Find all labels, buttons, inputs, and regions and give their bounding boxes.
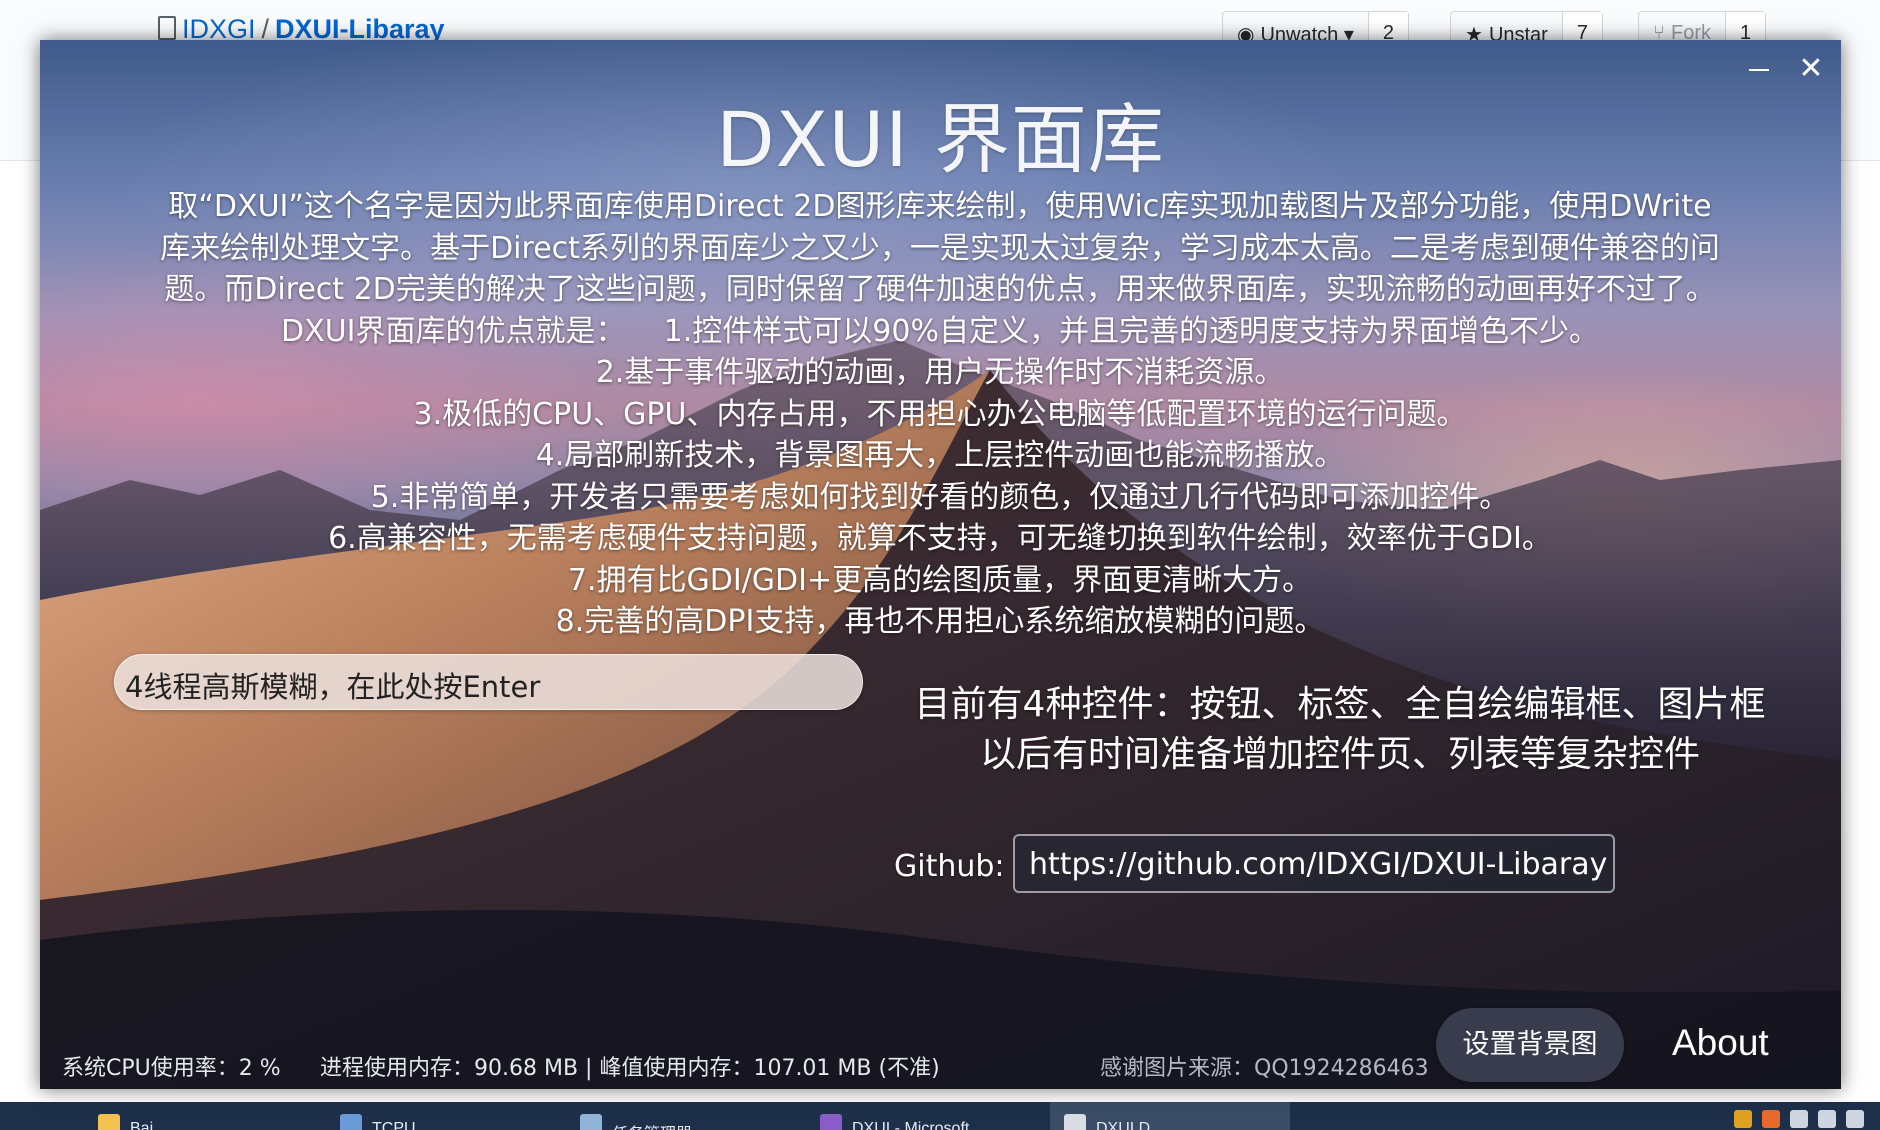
description-line: DXUI界面库的优点就是： 1.控件样式可以90%自定义，并且完善的透明度支持为… — [281, 313, 1599, 349]
controls-info-line: 目前有4种控件：按钮、标签、全自绘编辑框、图片框 — [914, 684, 1766, 725]
app-title: DXUI 界面库 — [716, 95, 1165, 184]
gaussian-blur-input[interactable]: 4线程高斯模糊，在此处按Enter — [114, 654, 863, 710]
dxui-demo-window: ✕ DXUI 界面库 取“DXUI”这个名字是因为此界面库使用Direct 2D… — [40, 40, 1841, 1089]
controls-info: 目前有4种控件：按钮、标签、全自绘编辑框、图片框 以后有时间准备增加控件页、列表… — [870, 680, 1810, 780]
app-window-icon — [340, 1114, 362, 1130]
system-tray — [1734, 1102, 1880, 1130]
memory-usage-status: 进程使用内存：90.68 MB | 峰值使用内存：107.01 MB (不准) — [320, 1056, 940, 1081]
controls-info-line: 以后有时间准备增加控件页、列表等复杂控件 — [979, 734, 1700, 775]
taskbar-item-visual-studio[interactable]: DXUI - Microsoft... — [820, 1102, 1040, 1130]
description-line: 题。而Direct 2D完美的解决了这些问题，同时保留了硬件加速的优点，用来做界… — [164, 272, 1716, 307]
taskbar-item-explorer[interactable]: Bai... — [98, 1102, 318, 1130]
library-description: 取“DXUI”这个名字是因为此界面库使用Direct 2D图形库来绘制，使用Wi… — [110, 186, 1770, 643]
tray-keyboard-icon[interactable] — [1846, 1110, 1864, 1128]
task-manager-icon — [580, 1114, 602, 1130]
description-line: 3.极低的CPU、GPU、内存占用，不用担心办公电脑等低配置环境的运行问题。 — [413, 396, 1467, 432]
taskbar-item-label: Bai... — [130, 1120, 167, 1130]
taskbar-item-label: DXUI - Microsoft... — [852, 1120, 983, 1130]
tray-security-icon[interactable] — [1762, 1110, 1780, 1128]
description-line: 取“DXUI”这个名字是因为此界面库使用Direct 2D图形库来绘制，使用Wi… — [168, 189, 1712, 224]
taskbar-item-task-manager[interactable]: 任务管理器 — [580, 1102, 800, 1130]
image-credit: 感谢图片来源：QQ1924286463 — [1100, 1056, 1429, 1081]
description-line: 6.高兼容性，无需考虑硬件支持问题，就算不支持，可无缝切换到软件绘制，效率优于G… — [328, 521, 1552, 556]
tray-app-icon[interactable] — [1734, 1110, 1752, 1128]
github-label: Github: — [894, 849, 1005, 884]
description-line: 8.完善的高DPI支持，再也不用担心系统缩放模糊的问题。 — [555, 604, 1325, 639]
taskbar-item-dxui[interactable]: DXUI D... — [1050, 1102, 1290, 1130]
taskbar-item-tcpu[interactable]: TCPU... — [340, 1102, 560, 1130]
dxui-app-icon — [1064, 1114, 1086, 1130]
taskbar-item-label: 任务管理器 — [612, 1120, 692, 1130]
visual-studio-icon — [820, 1114, 842, 1130]
windows-taskbar: Bai... TCPU... 任务管理器 DXUI - Microsoft...… — [0, 1102, 1880, 1130]
set-background-button[interactable]: 设置背景图 — [1436, 1008, 1624, 1082]
taskbar-item-label: DXUI D... — [1096, 1120, 1164, 1130]
folder-icon — [98, 1114, 120, 1130]
cpu-usage-status: 系统CPU使用率：2 % — [62, 1056, 281, 1081]
about-button[interactable]: About — [1672, 1022, 1769, 1064]
tray-network-icon[interactable] — [1790, 1110, 1808, 1128]
github-url-field[interactable]: https://github.com/IDXGI/DXUI-Libaray — [1013, 834, 1615, 893]
description-line: 5.非常简单，开发者只需要考虑如何找到好看的颜色，仅通过几行代码即可添加控件。 — [370, 479, 1510, 515]
taskbar-item-label: TCPU... — [372, 1120, 429, 1130]
description-line: 4.局部刷新技术，背景图再大，上层控件动画也能流畅播放。 — [535, 438, 1345, 473]
description-line: 7.拥有比GDI/GDI+更高的绘图质量，界面更清晰大方。 — [567, 562, 1313, 598]
tray-volume-icon[interactable] — [1818, 1110, 1836, 1128]
description-line: 库来绘制处理文字。基于Direct系列的界面库少之又少，一是实现太过复杂，学习成… — [160, 230, 1720, 266]
description-line: 2.基于事件驱动的动画，用户无操作时不消耗资源。 — [595, 355, 1285, 390]
repo-book-icon — [158, 16, 176, 40]
